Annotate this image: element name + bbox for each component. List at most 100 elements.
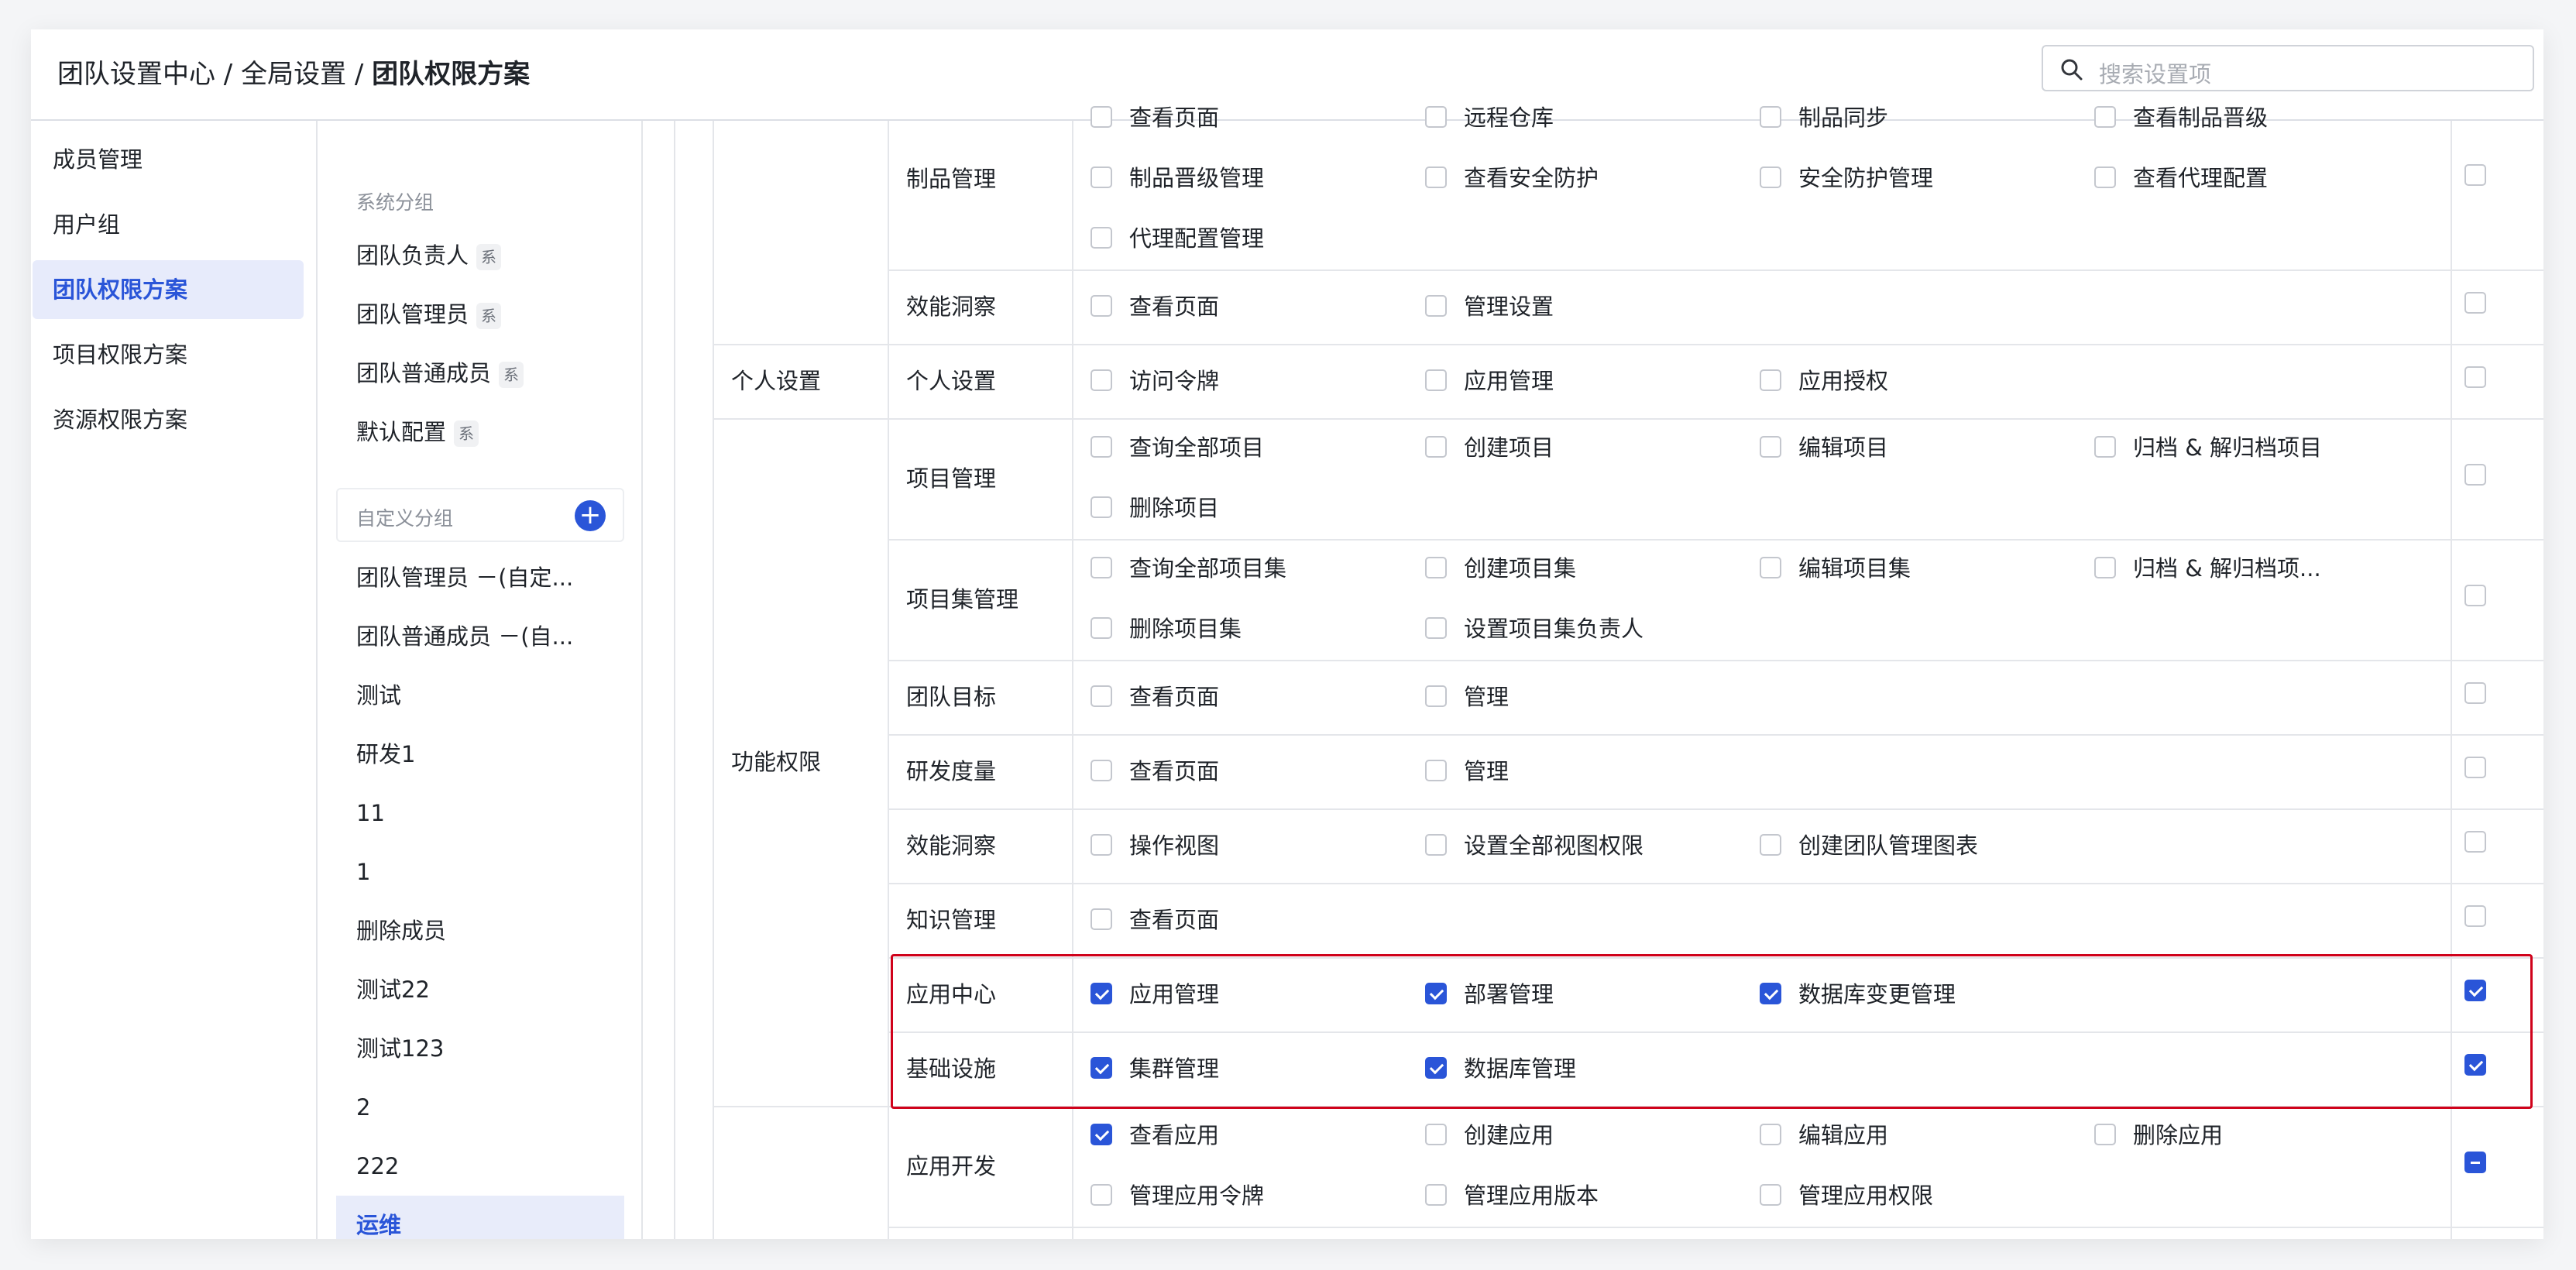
permission-option[interactable]: 编辑项目 <box>1760 432 1888 463</box>
permission-option[interactable]: 管理 <box>1425 756 1509 787</box>
search-input[interactable]: 搜索设置项 <box>2042 45 2534 91</box>
permission-option[interactable]: 管理应用令牌 <box>1091 1180 1264 1211</box>
permission-option[interactable]: 管理设置 <box>1425 291 1554 322</box>
checkbox[interactable] <box>1091 227 1112 249</box>
checkbox[interactable] <box>1425 685 1447 707</box>
row-select-all[interactable] <box>2464 164 2486 188</box>
checkbox[interactable] <box>1760 557 1781 578</box>
permission-option[interactable]: 创建项目 <box>1425 432 1554 463</box>
checkbox[interactable] <box>1091 369 1112 391</box>
group-item[interactable]: 团队管理员系 <box>336 285 624 344</box>
sidebar-item-project-permission-scheme[interactable]: 项目权限方案 <box>33 325 304 384</box>
row-select-all[interactable] <box>2464 366 2486 390</box>
permission-option[interactable]: 创建团队管理图表 <box>1760 830 1978 861</box>
group-item[interactable]: 研发1 <box>336 725 624 784</box>
row-select-all[interactable] <box>2464 464 2486 488</box>
checkbox[interactable] <box>1091 1184 1112 1206</box>
row-select-all-checkbox[interactable] <box>2464 464 2486 486</box>
add-group-button[interactable]: + <box>575 500 606 531</box>
row-select-all[interactable] <box>2464 292 2486 316</box>
group-item[interactable]: 测试123 <box>336 1019 624 1078</box>
permission-option[interactable]: 编辑应用 <box>1760 1120 1888 1151</box>
checkbox[interactable] <box>1425 1184 1447 1206</box>
permission-option[interactable]: 删除项目 <box>1091 493 1219 523</box>
checkbox[interactable] <box>1425 295 1447 317</box>
checkbox[interactable] <box>2094 106 2116 128</box>
checkbox[interactable] <box>1091 908 1112 930</box>
permission-option[interactable]: 查看页面 <box>1091 291 1219 322</box>
permission-option[interactable]: 创建项目集 <box>1425 553 1576 584</box>
sidebar-item-team-permission-scheme[interactable]: 团队权限方案 <box>33 260 304 319</box>
group-item[interactable]: 团队普通成员 －(自... <box>336 607 624 666</box>
row-select-all-checkbox[interactable] <box>2464 1152 2486 1173</box>
checkbox[interactable] <box>1425 166 1447 188</box>
breadcrumb-global-settings[interactable]: 全局设置 <box>241 59 346 90</box>
permission-option[interactable]: 设置项目集负责人 <box>1425 613 1643 644</box>
group-item[interactable]: 2 <box>336 1078 624 1137</box>
checkbox[interactable] <box>1425 760 1447 781</box>
permission-option[interactable]: 代理配置管理 <box>1091 223 1264 254</box>
checkbox[interactable] <box>1760 106 1781 128</box>
group-item-active[interactable]: 运维 <box>336 1196 624 1239</box>
group-item[interactable]: 团队负责人系 <box>336 226 624 285</box>
checkbox[interactable] <box>2094 166 2116 188</box>
permission-option[interactable]: 查看页面 <box>1091 681 1219 712</box>
checkbox[interactable] <box>1425 106 1447 128</box>
group-item[interactable]: 11 <box>336 784 624 843</box>
checkbox[interactable] <box>1425 834 1447 856</box>
checkbox[interactable] <box>1091 685 1112 707</box>
checkbox[interactable] <box>1091 834 1112 856</box>
permission-option[interactable]: 管理 <box>1425 681 1509 712</box>
group-item[interactable]: 团队管理员 －(自定... <box>336 548 624 607</box>
permission-option[interactable]: 删除项目集 <box>1091 613 1242 644</box>
row-select-all-checkbox[interactable] <box>2464 585 2486 606</box>
checkbox[interactable] <box>1091 496 1112 518</box>
checkbox[interactable] <box>1760 166 1781 188</box>
row-select-all-checkbox[interactable] <box>2464 366 2486 388</box>
checkbox[interactable] <box>1091 106 1112 128</box>
row-select-all[interactable] <box>2464 831 2486 855</box>
row-select-all-checkbox[interactable] <box>2464 831 2486 853</box>
permission-option[interactable]: 操作视图 <box>1091 830 1219 861</box>
row-select-all[interactable] <box>2464 1152 2486 1176</box>
row-select-all-checkbox[interactable] <box>2464 757 2486 778</box>
checkbox[interactable] <box>1091 436 1112 458</box>
breadcrumb-team-settings[interactable]: 团队设置中心 <box>57 59 215 90</box>
checkbox[interactable] <box>1425 617 1447 639</box>
group-item[interactable]: 222 <box>336 1137 624 1196</box>
checkbox[interactable] <box>1091 557 1112 578</box>
permission-option[interactable]: 删除应用 <box>2094 1120 2223 1151</box>
checkbox[interactable] <box>1760 369 1781 391</box>
permission-option[interactable]: 查看页面 <box>1091 904 1219 935</box>
row-select-all[interactable] <box>2464 585 2486 609</box>
permission-option[interactable]: 管理应用权限 <box>1760 1180 1933 1211</box>
permission-option[interactable]: 应用授权 <box>1760 366 1888 396</box>
row-select-all-checkbox[interactable] <box>2464 905 2486 927</box>
sidebar-item-user-groups[interactable]: 用户组 <box>33 195 304 254</box>
checkbox-checked[interactable] <box>1091 1124 1112 1145</box>
group-item[interactable]: 测试 <box>336 666 624 725</box>
permission-option[interactable]: 编辑项目集 <box>1760 553 1911 584</box>
permission-option[interactable]: 归档 & 解归档项... <box>2094 553 2321 584</box>
permission-option[interactable]: 查看制品晋级 <box>2094 102 2268 133</box>
permission-option[interactable]: 查看应用 <box>1091 1120 1219 1151</box>
permission-option[interactable]: 创建应用 <box>1425 1120 1554 1151</box>
group-item[interactable]: 团队普通成员系 <box>336 344 624 403</box>
permission-option[interactable]: 远程仓库 <box>1425 102 1554 133</box>
row-select-all[interactable] <box>2464 757 2486 781</box>
row-select-all[interactable] <box>2464 905 2486 929</box>
group-item[interactable]: 1 <box>336 843 624 901</box>
checkbox[interactable] <box>1425 369 1447 391</box>
permission-option[interactable]: 应用管理 <box>1425 366 1554 396</box>
sidebar-item-resource-permission-scheme[interactable]: 资源权限方案 <box>33 390 304 449</box>
row-select-all-checkbox[interactable] <box>2464 682 2486 704</box>
permission-option[interactable]: 访问令牌 <box>1091 366 1219 396</box>
checkbox[interactable] <box>2094 557 2116 578</box>
checkbox[interactable] <box>1091 760 1112 781</box>
permission-option[interactable]: 制品晋级管理 <box>1091 163 1264 194</box>
group-item[interactable]: 默认配置系 <box>336 403 624 462</box>
checkbox[interactable] <box>1760 1184 1781 1206</box>
permission-option[interactable]: 查看页面 <box>1091 102 1219 133</box>
permission-option[interactable]: 查看安全防护 <box>1425 163 1599 194</box>
row-select-all-checkbox[interactable] <box>2464 164 2486 186</box>
